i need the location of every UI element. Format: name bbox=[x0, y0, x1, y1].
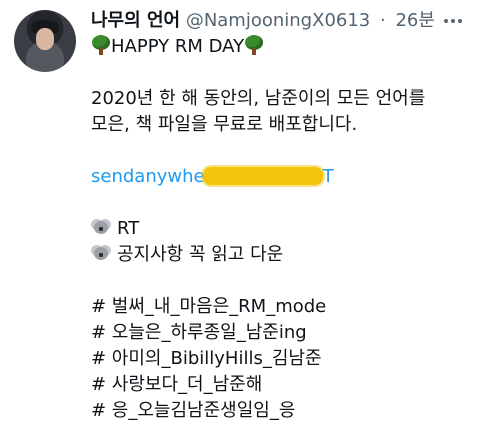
koala-icon bbox=[91, 244, 111, 262]
more-dot bbox=[451, 19, 455, 23]
hashtag-line[interactable]: # 사랑보다_더_남준해 bbox=[91, 372, 471, 398]
link-tail[interactable]: T bbox=[323, 166, 334, 187]
separator-dot: · bbox=[380, 10, 386, 31]
bullet-text: RT bbox=[117, 218, 140, 239]
bullet-line: 공지사항 꼭 읽고 다운 bbox=[91, 242, 471, 268]
avatar-face bbox=[36, 28, 54, 50]
more-horizontal-icon[interactable] bbox=[440, 11, 466, 31]
tweet-text: HAPPY RM DAY 2020년 한 해 동안의, 남준이의 모든 언어를 … bbox=[91, 34, 471, 424]
timestamp[interactable]: 26분 bbox=[395, 10, 434, 31]
hashtag-line[interactable]: # 벌써_내_마음은_RM_mode bbox=[91, 294, 471, 320]
tree-icon bbox=[244, 35, 264, 55]
link[interactable]: sendanywhe bbox=[91, 166, 205, 187]
hashtag-line[interactable]: # 아미의_BibillyHills_김남준 bbox=[91, 346, 471, 372]
hashtag-line[interactable]: # 오늘은_하루종일_남준ing bbox=[91, 320, 471, 346]
redaction-highlight bbox=[202, 167, 323, 185]
link-line: sendanywhe T bbox=[91, 164, 471, 190]
hashtag-line[interactable]: # 응_오늘김남준생일임_응 bbox=[91, 398, 471, 424]
more-dot bbox=[444, 19, 448, 23]
tree-icon bbox=[91, 35, 111, 55]
more-dot bbox=[458, 19, 462, 23]
title-text: HAPPY RM DAY bbox=[111, 36, 245, 57]
avatar[interactable] bbox=[14, 10, 76, 72]
tweet[interactable]: 나무의 언어 @NamjooningX0613 · 26분 HAPPY RM D… bbox=[0, 0, 480, 445]
paragraph-line: 모은, 책 파일을 무료로 배포합니다. bbox=[91, 114, 358, 135]
title-line: HAPPY RM DAY bbox=[91, 34, 471, 60]
bullet-text: 공지사항 꼭 읽고 다운 bbox=[117, 244, 284, 265]
display-name[interactable]: 나무의 언어 bbox=[91, 10, 180, 31]
tweet-header: 나무의 언어 @NamjooningX0613 · 26분 bbox=[91, 9, 440, 33]
user-handle[interactable]: @NamjooningX0613 bbox=[186, 10, 370, 31]
paragraph-line: 2020년 한 해 동안의, 남준이의 모든 언어를 bbox=[91, 88, 426, 109]
bullet-line: RT bbox=[91, 216, 471, 242]
koala-icon bbox=[91, 218, 111, 236]
